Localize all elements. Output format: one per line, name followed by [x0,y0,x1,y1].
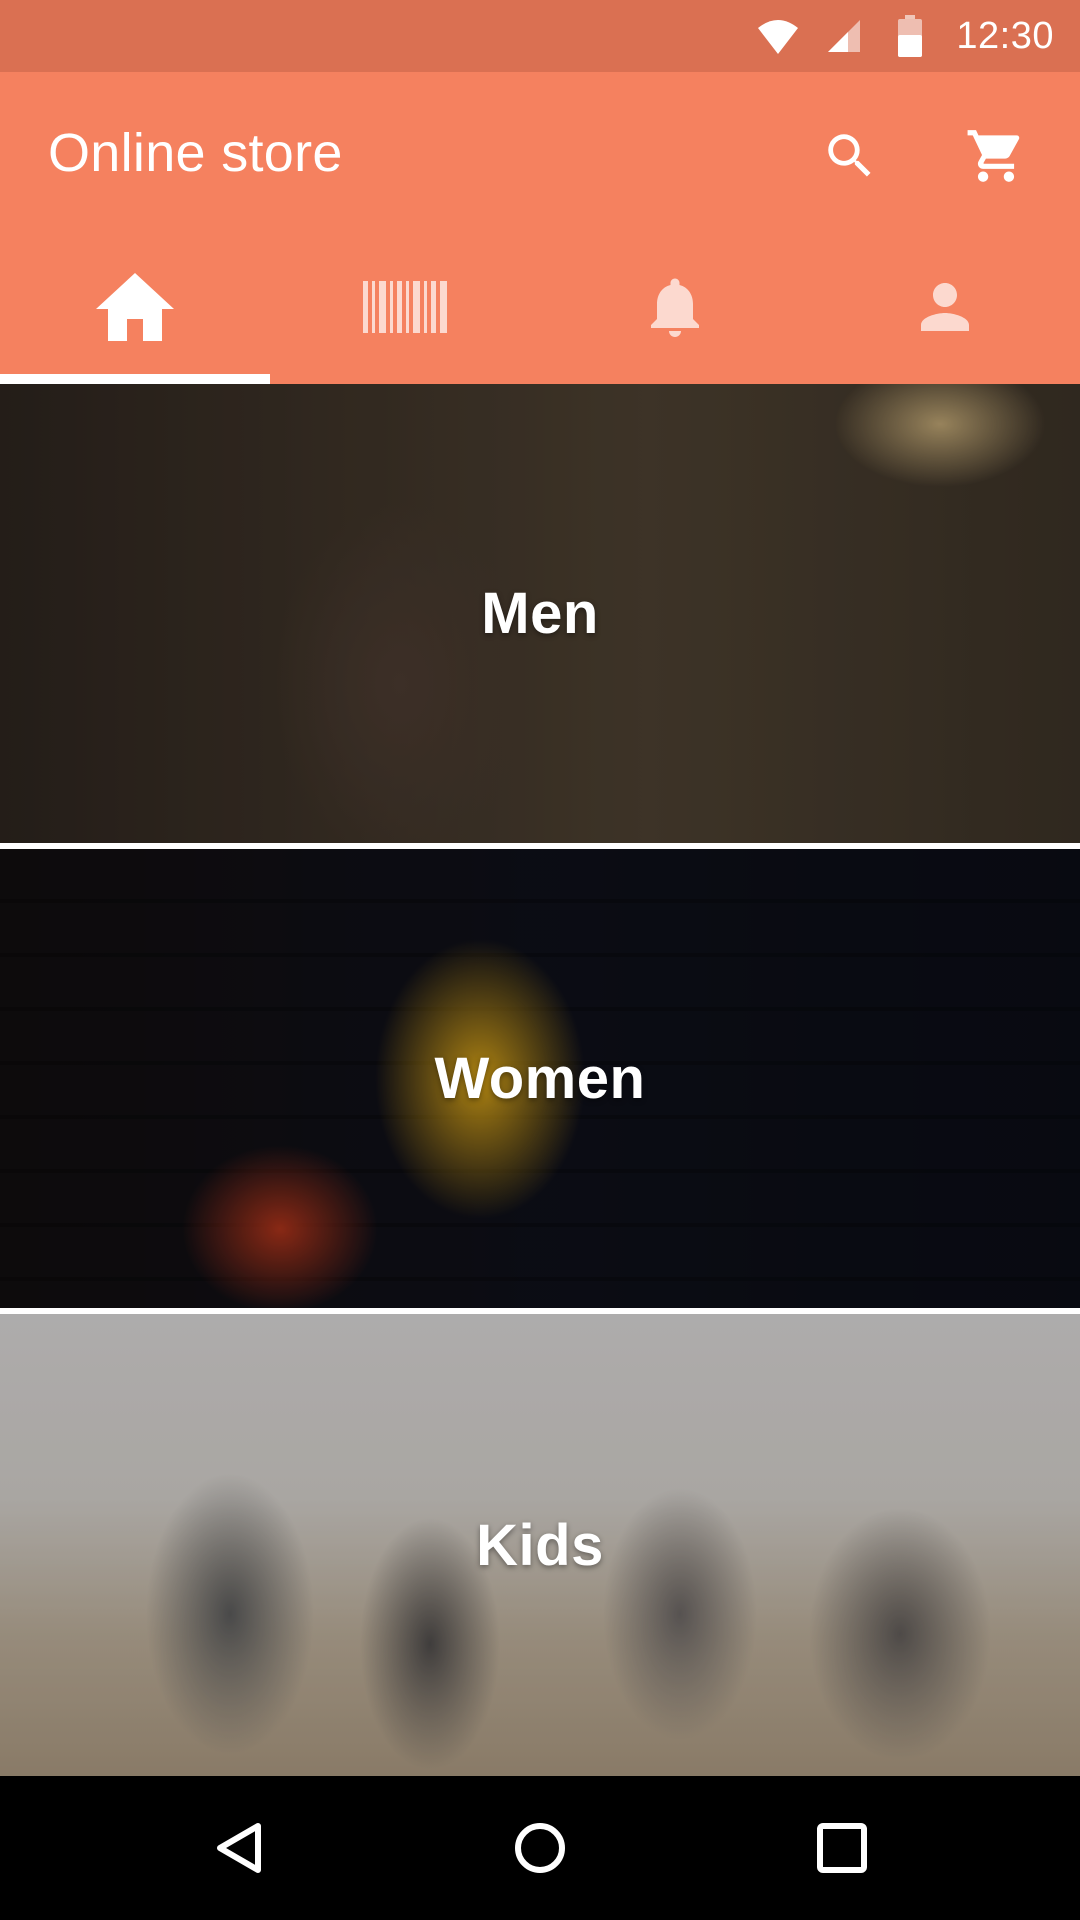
app-title: Online store [48,123,343,183]
tab-notifications[interactable] [540,240,810,384]
status-icons: 12:30 [736,0,1054,72]
category-card-women[interactable]: Women [0,849,1080,1308]
tab-barcode[interactable] [270,240,540,384]
tab-bar [0,240,1080,384]
search-button[interactable] [814,120,886,192]
category-card-men[interactable]: Men [0,384,1080,843]
app-bar: Online store [0,72,1080,384]
battery-icon [886,12,934,60]
nav-back-button[interactable] [204,1812,276,1884]
category-list: Men Women Kids [0,384,1080,1776]
nav-home-button[interactable] [504,1812,576,1884]
system-nav-bar [0,1776,1080,1920]
tab-indicator [0,374,270,384]
home-circle-icon [515,1823,565,1873]
bell-icon [639,267,711,347]
cart-button[interactable] [960,120,1032,192]
category-label: Kids [476,1512,604,1578]
category-label: Women [434,1046,646,1111]
wifi-icon [754,12,802,60]
back-icon [217,1823,261,1873]
person-icon [909,271,981,343]
recents-icon [817,1823,867,1873]
cart-icon [967,130,1020,182]
category-label: Men [481,581,599,646]
signal-icon [820,12,868,60]
tab-home[interactable] [0,240,270,384]
status-bar: 12:30 [0,0,1080,72]
barcode-icon [363,281,447,333]
tab-profile[interactable] [810,240,1080,384]
nav-recents-button[interactable] [806,1812,878,1884]
home-icon [94,271,176,343]
status-time: 12:30 [956,14,1054,57]
search-icon [828,134,871,177]
category-card-kids[interactable]: Kids [0,1314,1080,1776]
